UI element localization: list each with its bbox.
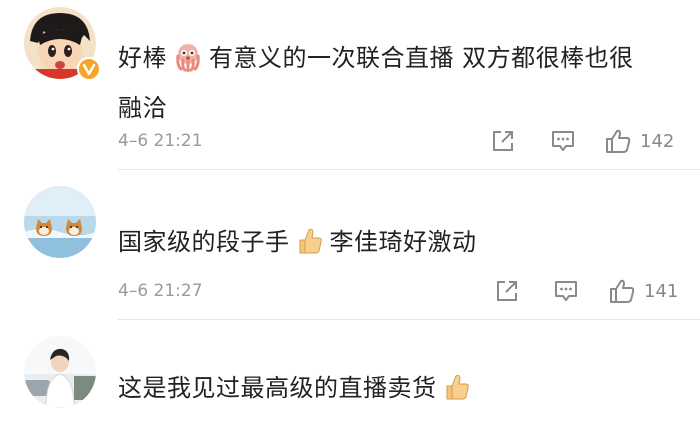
reply-button[interactable] (550, 126, 576, 156)
comment-icon (555, 281, 577, 301)
comment-text-part: 李佳琦好激动 (329, 228, 477, 256)
thumbs-up-icon (606, 129, 631, 153)
comment-icon (552, 131, 574, 151)
like-count: 141 (644, 280, 679, 302)
thumbs-up-emoji-icon (443, 372, 471, 416)
share-icon (493, 131, 513, 151)
thumbs-up-icon (610, 279, 635, 303)
comment-actions: 142 (0, 126, 700, 156)
thumbs-up-emoji-icon (296, 226, 324, 270)
comment-item: 国家级的段子手 李佳琦好激动 4–6 21:27 141 (0, 170, 700, 320)
share-button[interactable] (490, 126, 516, 156)
comment-text: 好棒 有意义的一次联合直播 双方都很棒也很融洽 (118, 36, 678, 130)
like-button[interactable]: 141 (608, 276, 678, 306)
octopus-emoji-icon (173, 42, 203, 86)
comment-text-part: 好棒 (118, 44, 167, 72)
user-avatar[interactable] (24, 186, 96, 258)
like-count: 142 (640, 130, 675, 152)
comment-text: 国家级的段子手 李佳琦好激动 (118, 220, 678, 270)
comment-text-part: 这是我见过最高级的直播卖货 (118, 374, 437, 402)
comment-text: 这是我见过最高级的直播卖货 (118, 366, 678, 416)
like-button[interactable]: 142 (604, 126, 674, 156)
comment-item: 这是我见过最高级的直播卖货 (0, 320, 700, 422)
comment-text-part: 国家级的段子手 (118, 228, 290, 256)
share-icon (497, 281, 517, 301)
share-button[interactable] (494, 276, 520, 306)
comment-actions: 141 (0, 276, 700, 306)
comment-text-part: 融洽 (118, 94, 167, 122)
comment-text-part: 有意义的一次联合直播 双方都很棒也很 (209, 44, 634, 72)
verified-badge-icon (77, 57, 101, 81)
reply-button[interactable] (553, 276, 579, 306)
user-avatar[interactable] (24, 336, 96, 408)
comment-item: 好棒 有意义的一次联合直播 双方都很棒也很 融洽 4–6 21:21 142 (0, 0, 700, 170)
